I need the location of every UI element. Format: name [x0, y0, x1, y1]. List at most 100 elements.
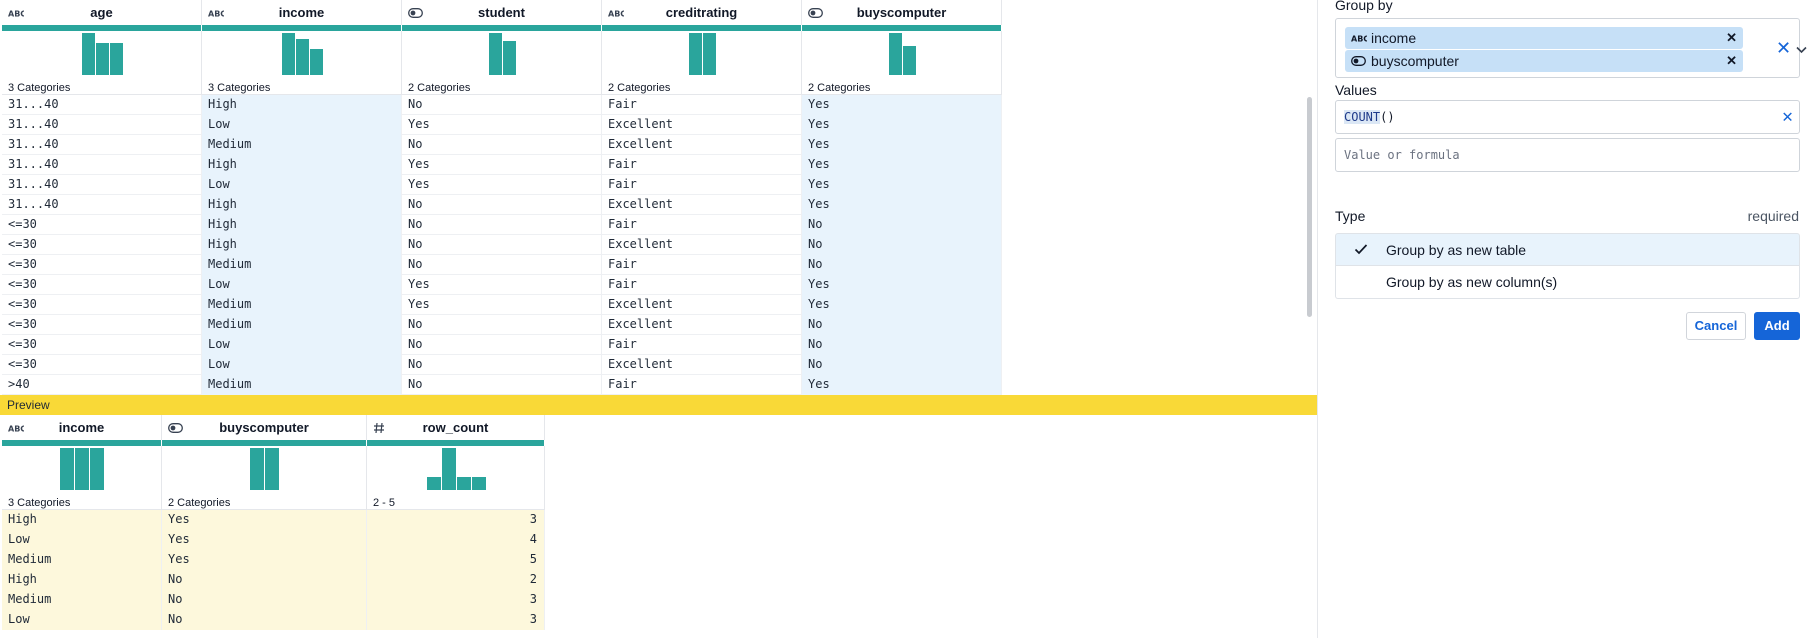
table-cell[interactable]: High — [202, 235, 402, 255]
table-cell[interactable]: No — [162, 610, 367, 630]
table-cell[interactable]: No — [802, 315, 1002, 335]
column-header-buyscomputer[interactable]: buyscomputer — [162, 415, 367, 440]
table-cell[interactable]: Medium — [2, 550, 162, 570]
table-cell[interactable]: No — [802, 215, 1002, 235]
column-header-student[interactable]: student — [402, 0, 602, 25]
table-cell[interactable]: No — [402, 315, 602, 335]
table-cell[interactable]: Yes — [162, 550, 367, 570]
table-cell[interactable]: 31...40 — [2, 175, 202, 195]
remove-chip-income-icon[interactable]: ✕ — [1726, 27, 1737, 49]
table-cell[interactable]: Yes — [802, 115, 1002, 135]
table-cell[interactable]: Yes — [162, 510, 367, 530]
table-cell[interactable]: No — [402, 215, 602, 235]
group-by-chip-income[interactable]: ABC income ✕ — [1345, 27, 1743, 49]
table-cell[interactable]: No — [802, 355, 1002, 375]
table-cell[interactable]: Yes — [402, 175, 602, 195]
table-cell[interactable]: High — [202, 95, 402, 115]
group-by-field[interactable]: ABC income ✕ buyscomputer ✕ ✕ — [1335, 18, 1807, 78]
table-cell[interactable]: Yes — [402, 155, 602, 175]
value-or-formula-input[interactable]: Value or formula — [1335, 138, 1800, 172]
table-cell[interactable]: Yes — [802, 135, 1002, 155]
table-cell[interactable]: No — [402, 195, 602, 215]
chevron-down-icon[interactable] — [1796, 41, 1807, 59]
table-cell[interactable]: High — [202, 155, 402, 175]
option-group-as-new-table[interactable]: Group by as new table — [1335, 233, 1800, 266]
clear-all-icon[interactable]: ✕ — [1776, 39, 1791, 57]
table-cell[interactable]: <=30 — [2, 235, 202, 255]
table-cell[interactable]: High — [2, 570, 162, 590]
table-cell[interactable]: Fair — [602, 175, 802, 195]
table-cell[interactable]: 3 — [367, 510, 545, 530]
column-header-income[interactable]: ABC income — [2, 415, 162, 440]
table-cell[interactable]: No — [402, 135, 602, 155]
table-cell[interactable]: Yes — [402, 275, 602, 295]
table-cell[interactable]: Yes — [802, 95, 1002, 115]
value-formula-field[interactable]: COUNT() ✕ — [1335, 100, 1800, 134]
table-cell[interactable]: Fair — [602, 275, 802, 295]
table-cell[interactable]: No — [402, 255, 602, 275]
table-cell[interactable]: 4 — [367, 530, 545, 550]
remove-chip-buyscomputer-icon[interactable]: ✕ — [1726, 50, 1737, 72]
column-header-row_count[interactable]: row_count — [367, 415, 545, 440]
table-cell[interactable]: Medium — [202, 375, 402, 395]
table-cell[interactable]: Yes — [802, 175, 1002, 195]
table-cell[interactable]: Low — [202, 275, 402, 295]
table-cell[interactable]: Low — [202, 115, 402, 135]
table-cell[interactable]: High — [202, 215, 402, 235]
cancel-button[interactable]: Cancel — [1686, 312, 1746, 340]
table-cell[interactable]: Excellent — [602, 115, 802, 135]
table-cell[interactable]: <=30 — [2, 275, 202, 295]
table-cell[interactable]: No — [802, 235, 1002, 255]
table-cell[interactable]: No — [162, 570, 367, 590]
table-cell[interactable]: Excellent — [602, 315, 802, 335]
table-cell[interactable]: Fair — [602, 215, 802, 235]
table-cell[interactable]: 31...40 — [2, 115, 202, 135]
column-header-age[interactable]: ABC age — [2, 0, 202, 25]
table-cell[interactable]: Medium — [202, 295, 402, 315]
table-cell[interactable]: Yes — [802, 375, 1002, 395]
table-cell[interactable]: Fair — [602, 375, 802, 395]
table-cell[interactable]: Excellent — [602, 355, 802, 375]
table-cell[interactable]: Fair — [602, 155, 802, 175]
column-header-income[interactable]: ABC income — [202, 0, 402, 25]
table-cell[interactable]: Medium — [2, 590, 162, 610]
table-cell[interactable]: 31...40 — [2, 195, 202, 215]
table-cell[interactable]: <=30 — [2, 315, 202, 335]
table-cell[interactable]: Fair — [602, 335, 802, 355]
table-cell[interactable]: No — [402, 335, 602, 355]
column-header-creditrating[interactable]: ABC creditrating — [602, 0, 802, 25]
table-cell[interactable]: Excellent — [602, 195, 802, 215]
table-cell[interactable]: <=30 — [2, 295, 202, 315]
table-cell[interactable]: No — [802, 335, 1002, 355]
table-cell[interactable]: Medium — [202, 135, 402, 155]
table-cell[interactable]: Low — [202, 355, 402, 375]
table-cell[interactable]: 31...40 — [2, 135, 202, 155]
table-cell[interactable]: Yes — [402, 115, 602, 135]
group-by-chip-buyscomputer[interactable]: buyscomputer ✕ — [1345, 50, 1743, 72]
table-cell[interactable]: Yes — [802, 195, 1002, 215]
table-cell[interactable]: Fair — [602, 255, 802, 275]
table-cell[interactable]: 3 — [367, 610, 545, 630]
table-cell[interactable]: Yes — [802, 295, 1002, 315]
table-cell[interactable]: Excellent — [602, 295, 802, 315]
table-cell[interactable]: Medium — [202, 315, 402, 335]
table-cell[interactable]: No — [162, 590, 367, 610]
table-cell[interactable]: 31...40 — [2, 95, 202, 115]
table-cell[interactable]: Low — [2, 610, 162, 630]
table-cell[interactable]: Excellent — [602, 235, 802, 255]
table-cell[interactable]: 5 — [367, 550, 545, 570]
table-cell[interactable]: <=30 — [2, 215, 202, 235]
table-cell[interactable]: No — [402, 235, 602, 255]
table-cell[interactable]: <=30 — [2, 355, 202, 375]
table-cell[interactable]: High — [202, 195, 402, 215]
table-cell[interactable]: <=30 — [2, 255, 202, 275]
column-header-buyscomputer[interactable]: buyscomputer — [802, 0, 1002, 25]
table-cell[interactable]: Yes — [402, 295, 602, 315]
table-cell[interactable]: Excellent — [602, 135, 802, 155]
table-cell[interactable]: Low — [202, 335, 402, 355]
table-cell[interactable]: 3 — [367, 590, 545, 610]
table-cell[interactable]: Yes — [802, 155, 1002, 175]
option-group-as-new-columns[interactable]: Group by as new column(s) — [1335, 266, 1800, 299]
table-cell[interactable]: 31...40 — [2, 155, 202, 175]
table-cell[interactable]: Yes — [802, 275, 1002, 295]
